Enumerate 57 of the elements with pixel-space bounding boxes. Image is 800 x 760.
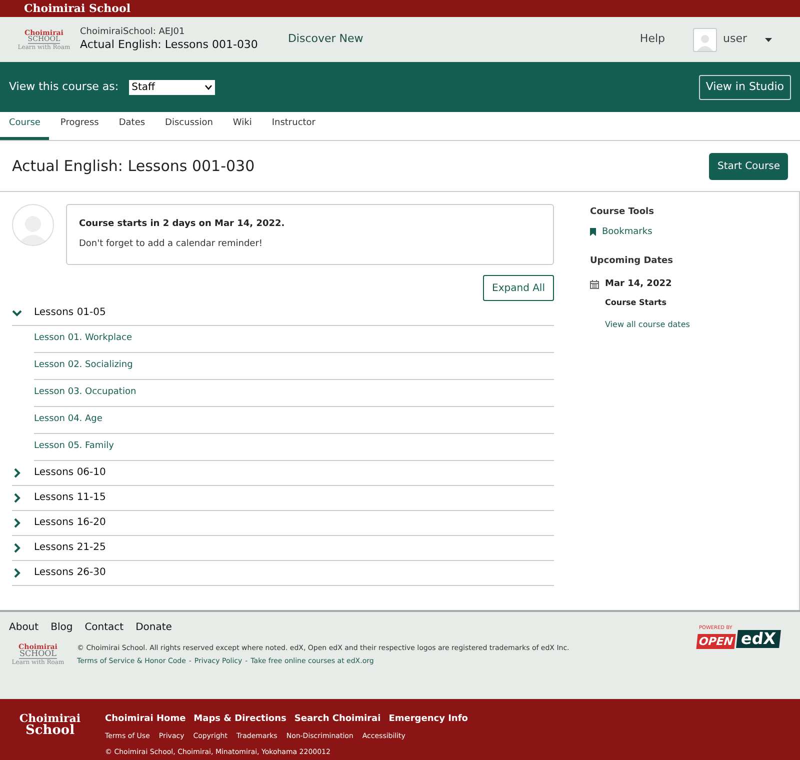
footer-main-link[interactable]: Maps & Directions: [194, 713, 286, 726]
upcoming-dates-heading: Upcoming Dates: [590, 255, 674, 268]
date-event: Course Starts: [605, 297, 666, 309]
course-org: ChoimiraiSchool: AEJ01: [80, 27, 186, 38]
nav-tab[interactable]: Dates: [110, 111, 154, 140]
course-tools-heading: Course Tools: [590, 206, 654, 219]
section-title[interactable]: Lessons 11-15: [34, 490, 106, 505]
expand-all-button[interactable]: Expand All: [483, 275, 554, 301]
section-title[interactable]: Lessons 06-10: [34, 465, 106, 480]
site-title: Choimirai School: [24, 3, 131, 14]
calendar-icon: [590, 280, 599, 289]
footer-logo[interactable]: Choimirai School: [20, 713, 80, 760]
nav-tab[interactable]: Progress: [51, 111, 108, 140]
section-title[interactable]: Lessons 21-25: [34, 540, 106, 555]
view-in-studio-button[interactable]: View in Studio: [698, 74, 791, 100]
course-title: Actual English: Lessons 001-030: [80, 38, 258, 52]
section-title[interactable]: Lessons 26-30: [34, 565, 106, 580]
bookmarks-link[interactable]: Bookmarks: [602, 226, 652, 239]
avatar-icon: [12, 204, 54, 246]
section-title[interactable]: Lessons 16-20: [34, 515, 106, 530]
nav-tab[interactable]: Instructor: [262, 111, 325, 140]
chevron-right-icon[interactable]: [12, 568, 22, 578]
footer-link[interactable]: Donate: [136, 620, 172, 635]
start-course-button[interactable]: Start Course: [709, 152, 788, 180]
chevron-right-icon[interactable]: [12, 468, 22, 478]
message-title: Course starts in 2 days on Mar 14, 2022.: [79, 218, 286, 230]
chevron-down-icon: [204, 84, 212, 90]
all-dates-link[interactable]: View all course dates: [605, 319, 690, 331]
help-link[interactable]: Help: [640, 31, 665, 48]
date-text: Mar 14, 2022: [605, 278, 672, 290]
footer-main-link[interactable]: Search Choimirai: [294, 713, 381, 726]
footer-link[interactable]: Blog: [50, 620, 73, 635]
page-title: Actual English: Lessons 001-030: [12, 156, 255, 177]
caret-icon[interactable]: [765, 38, 772, 42]
nav-tab[interactable]: Course: [0, 111, 50, 140]
lesson-link[interactable]: Lesson 02. Socializing: [34, 359, 133, 373]
nav-tab[interactable]: Wiki: [224, 111, 261, 140]
view-as-label: View this course as:: [9, 78, 119, 95]
user-menu[interactable]: user: [723, 31, 747, 48]
chevron-down-icon[interactable]: [12, 308, 22, 318]
chevron-right-icon[interactable]: [12, 492, 22, 502]
chevron-right-icon[interactable]: [12, 542, 22, 552]
footer-main-link[interactable]: Emergency Info: [388, 713, 468, 726]
lesson-link[interactable]: Lesson 03. Occupation: [34, 386, 136, 400]
lesson-link[interactable]: Lesson 04. Age: [34, 413, 102, 427]
section-title[interactable]: Lessons 01-05: [34, 305, 106, 320]
footer-link[interactable]: About: [9, 620, 39, 635]
nav-tab[interactable]: Discussion: [156, 111, 222, 140]
lesson-link[interactable]: Lesson 01. Workplace: [34, 332, 132, 346]
lesson-link[interactable]: Lesson 05. Family: [34, 440, 114, 454]
footer-link[interactable]: Contact: [84, 620, 124, 635]
role-select[interactable]: Staff: [128, 80, 215, 94]
bookmark-icon: [590, 228, 596, 236]
footer-main-link[interactable]: Choimirai Home: [105, 713, 186, 726]
message-body: Don't forget to add a calendar reminder!: [79, 238, 264, 251]
discover-link[interactable]: Discover New: [288, 31, 364, 48]
chevron-right-icon[interactable]: [12, 518, 22, 528]
